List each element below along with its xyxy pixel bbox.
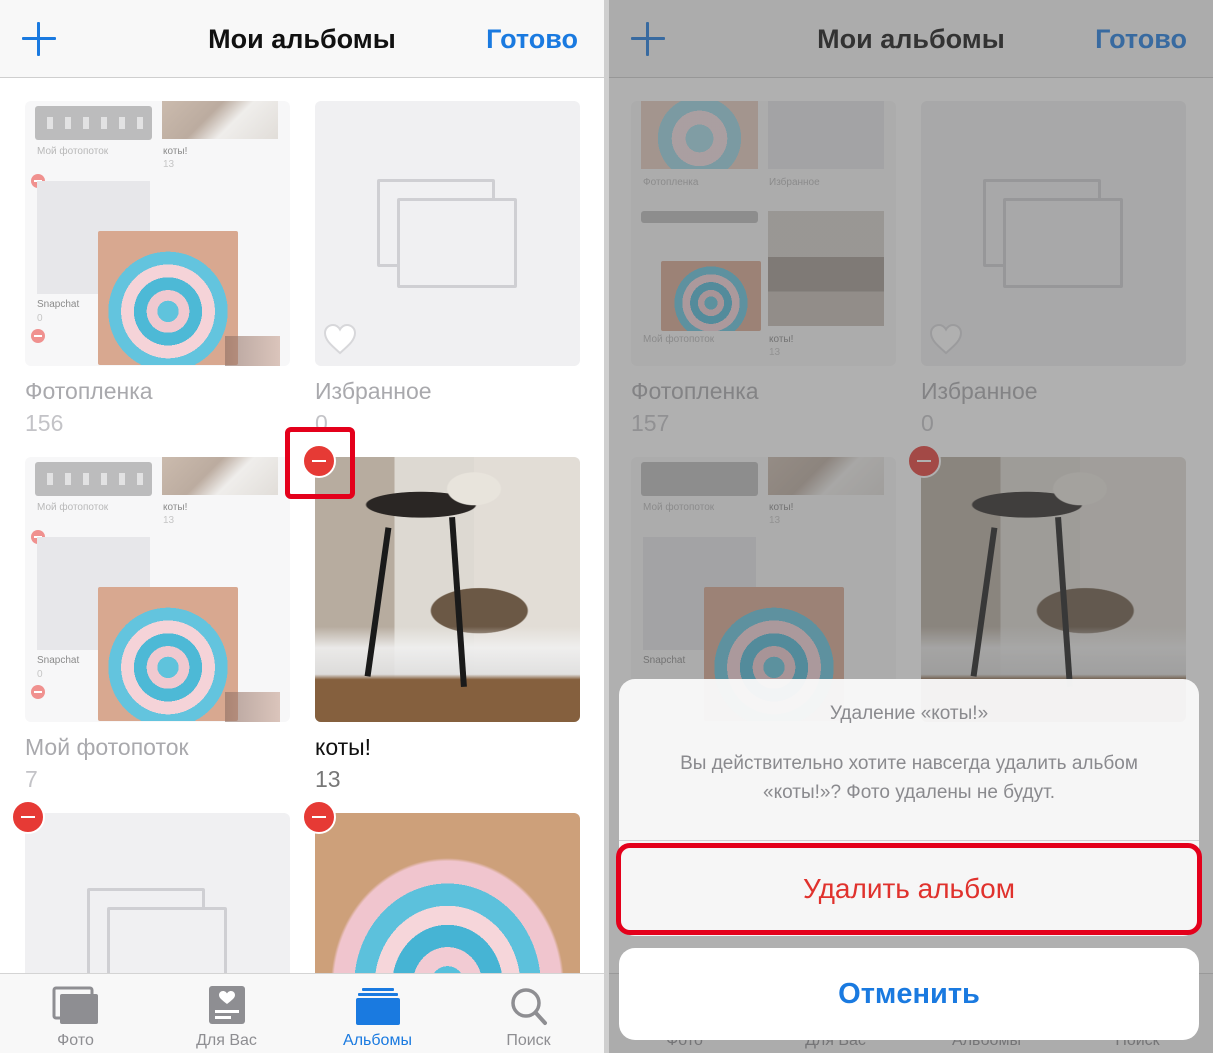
tab-search[interactable]: Поиск	[453, 974, 604, 1053]
mini-label: Snapchat	[37, 299, 80, 310]
mini-label: коты!	[163, 502, 188, 513]
album-title: коты!	[315, 734, 372, 760]
mini-label: Мой фотопоток	[37, 146, 109, 157]
dialog-message: Вы действительно хотите навсегда удалить…	[680, 753, 1138, 803]
album-title: Избранное	[315, 378, 432, 404]
album-thumbnail	[315, 101, 580, 366]
mini-strip	[35, 462, 152, 496]
mini-photo	[225, 336, 280, 366]
album-count: 7	[25, 766, 38, 792]
album-title: Фотопленка	[25, 378, 153, 404]
mini-shirt-photo	[98, 587, 238, 721]
delete-album-minus-icon[interactable]	[11, 800, 45, 834]
mini-shirt-photo	[98, 231, 238, 365]
delete-album-minus-icon[interactable]	[302, 800, 336, 834]
tab-albums[interactable]: Альбомы	[302, 974, 453, 1053]
mini-label: Мой фотопоток	[37, 502, 109, 513]
tab-label: Поиск	[506, 1032, 551, 1049]
placeholder-icon	[397, 198, 517, 288]
album-thumbnail: Мой фотопоток коты! 13 Snapchat 0	[25, 101, 290, 366]
navigation-bar: Мои альбомы Готово	[0, 0, 604, 78]
mini-count: 13	[163, 515, 175, 526]
mini-photo	[162, 101, 278, 139]
tab-bar: Фото Для Вас Альбомы Поиск	[0, 973, 604, 1053]
album-thumbnail: Мой фотопоток коты! 13 Snapchat 0	[25, 457, 290, 722]
albums-icon	[355, 988, 400, 1025]
cats-photo	[315, 457, 580, 722]
tab-label: Альбомы	[343, 1032, 412, 1049]
album-title: Мой фотопоток	[25, 734, 189, 760]
mini-minus-icon	[31, 685, 45, 699]
albums-screen-delete-dialog: Мои альбомы Готово Фотопленка Избранное …	[609, 0, 1213, 1053]
album-count: 13	[315, 766, 341, 792]
album-thumbnail	[315, 457, 580, 722]
for-you-icon	[208, 986, 245, 1024]
tab-label: Фото	[57, 1032, 94, 1049]
tab-label: Для Вас	[196, 1032, 257, 1049]
annotation-highlight	[616, 843, 1202, 935]
mini-photo	[225, 692, 280, 722]
mini-count: 0	[37, 313, 43, 324]
cancel-button[interactable]: Отменить	[619, 948, 1199, 1040]
mini-photo	[162, 457, 278, 495]
heart-icon	[323, 323, 357, 355]
mini-strip	[35, 106, 152, 140]
tab-photos[interactable]: Фото	[0, 974, 151, 1053]
dialog-title: Удаление «коты!»	[829, 703, 989, 724]
mini-count: 13	[163, 159, 175, 170]
tab-for-you[interactable]: Для Вас	[151, 974, 302, 1053]
album-count: 156	[25, 410, 64, 436]
mini-label: коты!	[163, 146, 188, 157]
mini-minus-icon	[31, 329, 45, 343]
mini-count: 0	[37, 669, 43, 680]
photos-icon	[52, 986, 98, 1024]
search-icon	[510, 988, 547, 1025]
done-button[interactable]: Готово	[486, 24, 578, 55]
annotation-highlight	[285, 427, 355, 499]
mini-label: Snapchat	[37, 655, 80, 666]
albums-screen-edit: Мои альбомы Готово Мой фотопоток коты! 1…	[0, 0, 604, 1053]
